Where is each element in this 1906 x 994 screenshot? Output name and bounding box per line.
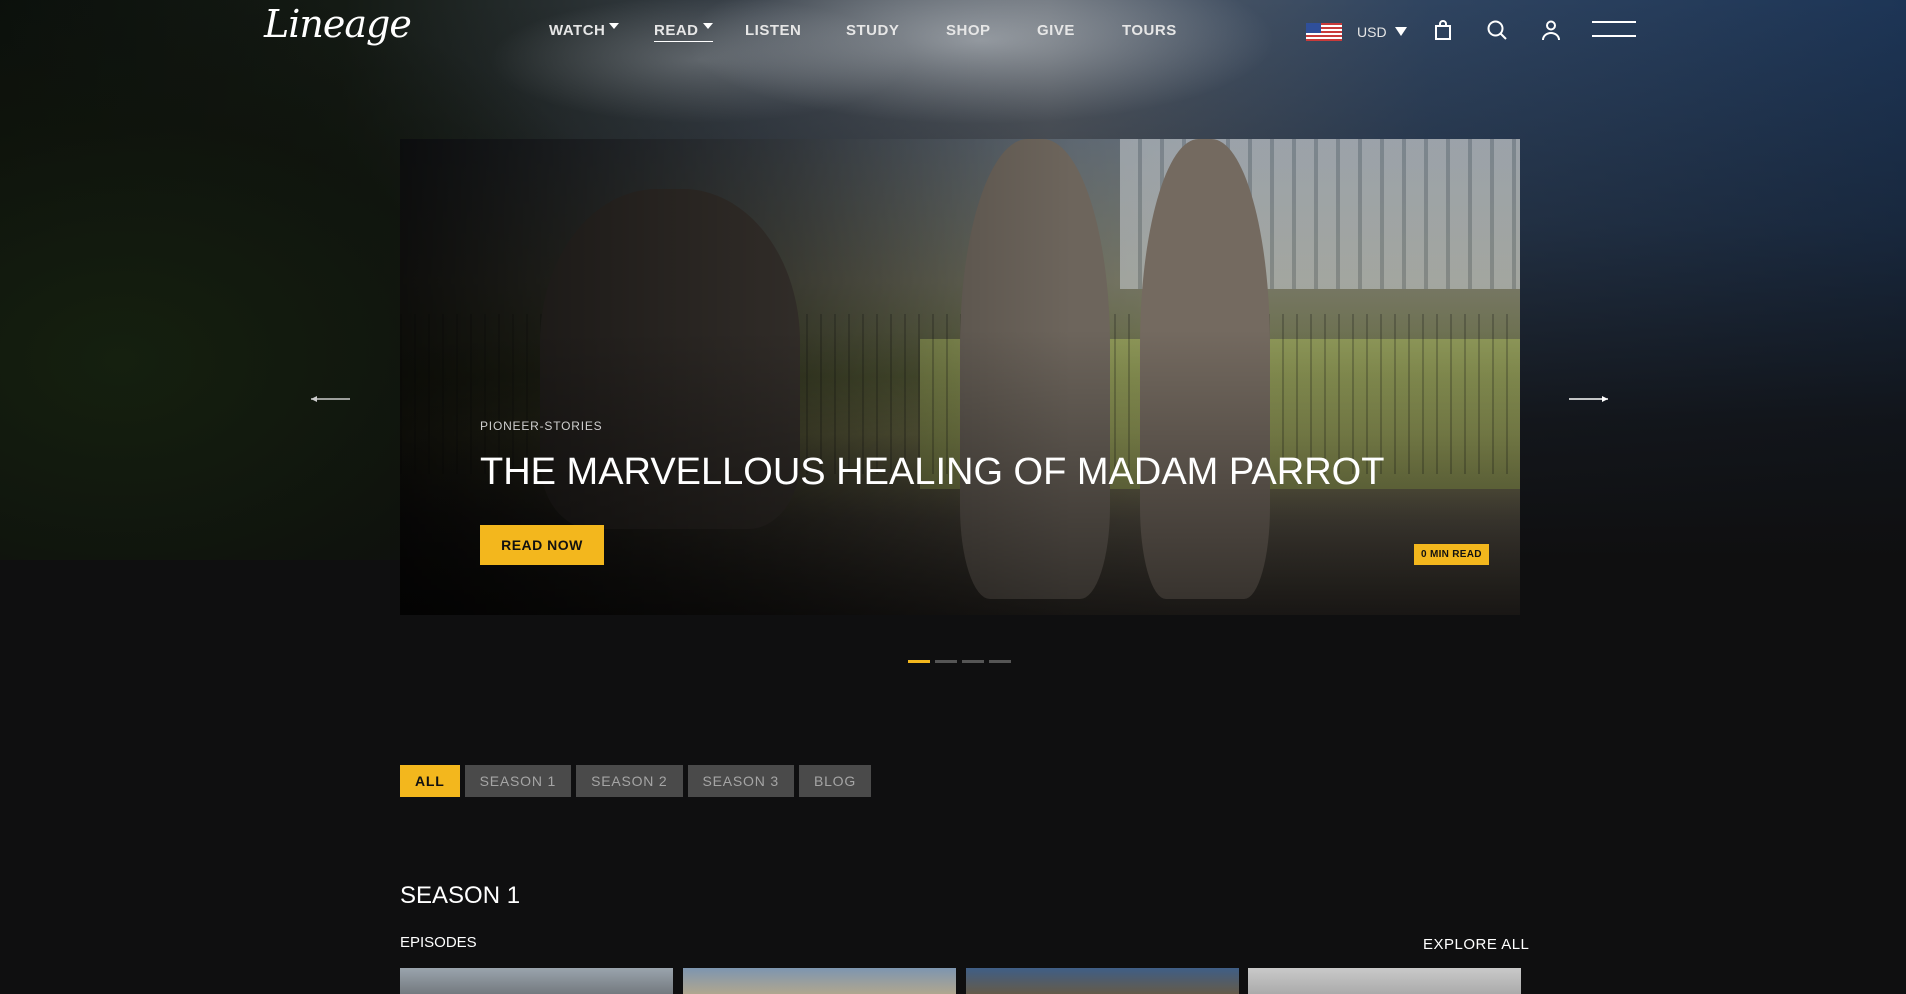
nav-shop[interactable]: SHOP xyxy=(946,22,991,39)
hero-title[interactable]: THE MARVELLOUS HEALING OF MADAM PARROT xyxy=(480,451,1384,494)
arrow-left-icon[interactable] xyxy=(308,391,352,407)
nav-watch-label: WATCH xyxy=(549,22,606,39)
nav-read-label: READ xyxy=(654,22,699,39)
slider-dot[interactable] xyxy=(962,660,984,663)
nav-study[interactable]: STUDY xyxy=(846,22,899,39)
search-icon[interactable] xyxy=(1485,18,1509,42)
user-icon[interactable] xyxy=(1539,18,1563,42)
episode-thumbnail[interactable] xyxy=(966,968,1239,994)
slider-dot[interactable] xyxy=(935,660,957,663)
season-filter-bar: ALL SEASON 1 SEASON 2 SEASON 3 BLOG xyxy=(400,765,872,797)
read-now-button[interactable]: READ NOW xyxy=(480,525,604,565)
nav-tours[interactable]: TOURS xyxy=(1122,22,1177,39)
filter-season-3[interactable]: SEASON 3 xyxy=(687,765,794,797)
explore-all-link[interactable]: EXPLORE ALL xyxy=(1423,936,1529,953)
us-flag-icon[interactable] xyxy=(1306,23,1342,41)
slider-dot[interactable] xyxy=(908,660,930,663)
slider-pagination xyxy=(908,660,1011,663)
currency-selector[interactable]: USD xyxy=(1357,24,1387,40)
filter-blog[interactable]: BLOG xyxy=(798,765,872,797)
caret-down-icon[interactable] xyxy=(1395,27,1407,36)
episodes-label: EPISODES xyxy=(400,934,477,951)
arrow-right-icon[interactable] xyxy=(1567,391,1611,407)
menu-icon[interactable] xyxy=(1592,21,1636,41)
episode-thumbnail[interactable] xyxy=(683,968,956,994)
episode-thumbnail[interactable] xyxy=(400,968,673,994)
caret-down-icon xyxy=(702,23,713,29)
section-title: SEASON 1 xyxy=(400,882,521,909)
hero-category[interactable]: PIONEER-STORIES xyxy=(480,419,602,433)
filter-season-1[interactable]: SEASON 1 xyxy=(464,765,572,797)
nav-read[interactable]: READ xyxy=(654,22,713,42)
hero-slide[interactable]: PIONEER-STORIES THE MARVELLOUS HEALING O… xyxy=(400,139,1520,615)
site-header: Lineage WATCH READ LISTEN STUDY SHOP GIV… xyxy=(0,0,1906,64)
caret-down-icon xyxy=(609,23,620,29)
nav-listen[interactable]: LISTEN xyxy=(745,22,801,39)
site-logo[interactable]: Lineage xyxy=(264,2,412,46)
slider-dot[interactable] xyxy=(989,660,1011,663)
episode-thumbnail[interactable] xyxy=(1248,968,1521,994)
nav-give[interactable]: GIVE xyxy=(1037,22,1075,39)
read-time-badge: 0 MIN READ xyxy=(1414,544,1489,565)
shopping-bag-icon[interactable] xyxy=(1431,18,1455,42)
filter-all[interactable]: ALL xyxy=(400,765,460,797)
nav-watch[interactable]: WATCH xyxy=(549,22,620,39)
filter-season-2[interactable]: SEASON 2 xyxy=(576,765,683,797)
